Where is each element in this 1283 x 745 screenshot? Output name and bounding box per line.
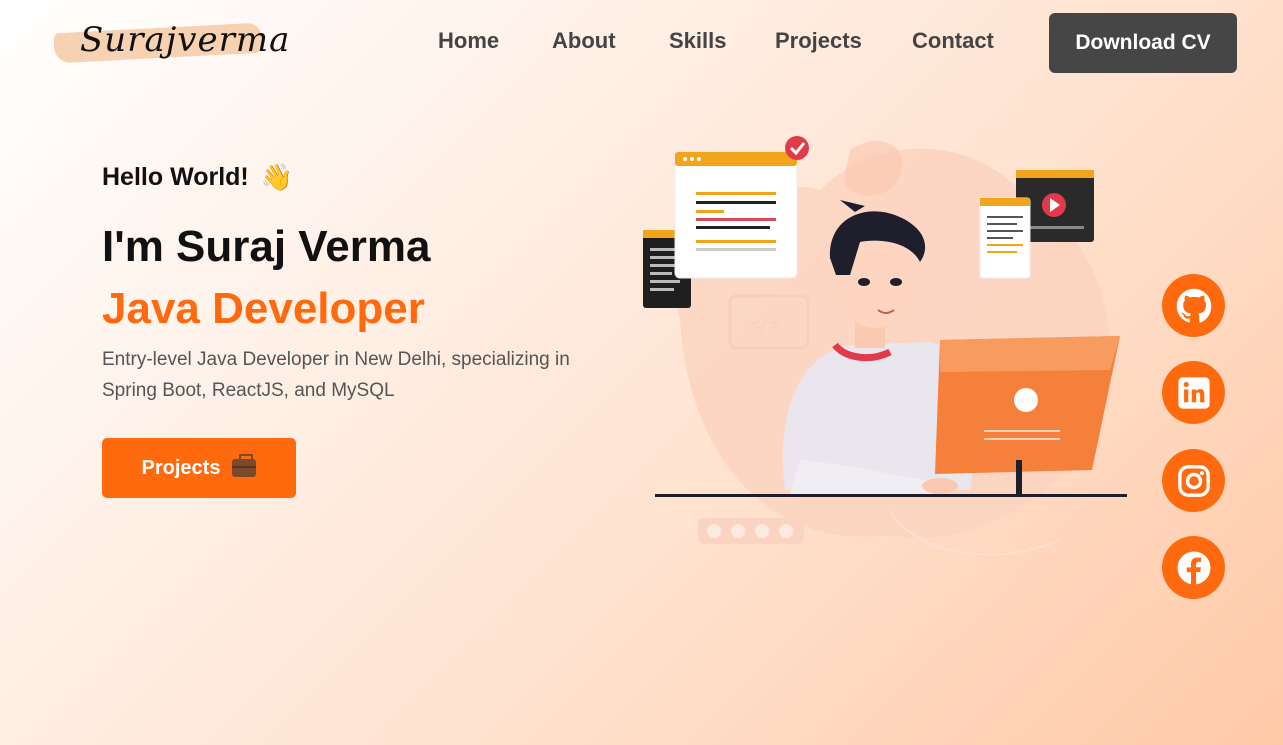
linkedin-icon [1177,376,1210,409]
facebook-icon [1177,551,1210,584]
linkedin-button[interactable] [1162,361,1225,424]
github-icon [1176,288,1211,323]
projects-button[interactable]: Projects [102,438,296,498]
greeting-text: Hello World! [102,163,249,191]
download-cv-button[interactable]: Download CV [1049,13,1237,73]
waving-hand-icon: 👋 [260,162,294,192]
greeting: Hello World! 👋 [102,162,293,193]
projects-button-label: Projects [141,456,221,479]
nav-skills[interactable]: Skills [669,28,726,54]
briefcase-icon [232,454,257,477]
hero-name: I'm Suraj Verma [102,222,431,271]
nav-about[interactable]: About [552,28,616,54]
logo[interactable]: Surajverma [52,14,289,76]
developer-illustration: </> [643,136,1127,556]
instagram-button[interactable] [1162,449,1225,512]
logo-text: Surajverma [80,20,291,60]
hero-role: Java Developer [102,284,425,333]
hero-description: Entry-level Java Developer in New Delhi,… [102,349,570,401]
github-button[interactable] [1162,274,1225,337]
instagram-icon [1177,464,1210,497]
nav-projects[interactable]: Projects [775,28,862,54]
nav-contact[interactable]: Contact [912,28,994,54]
facebook-button[interactable] [1162,536,1225,599]
svg-text:</>: </> [750,315,779,334]
nav-home[interactable]: Home [438,28,499,54]
